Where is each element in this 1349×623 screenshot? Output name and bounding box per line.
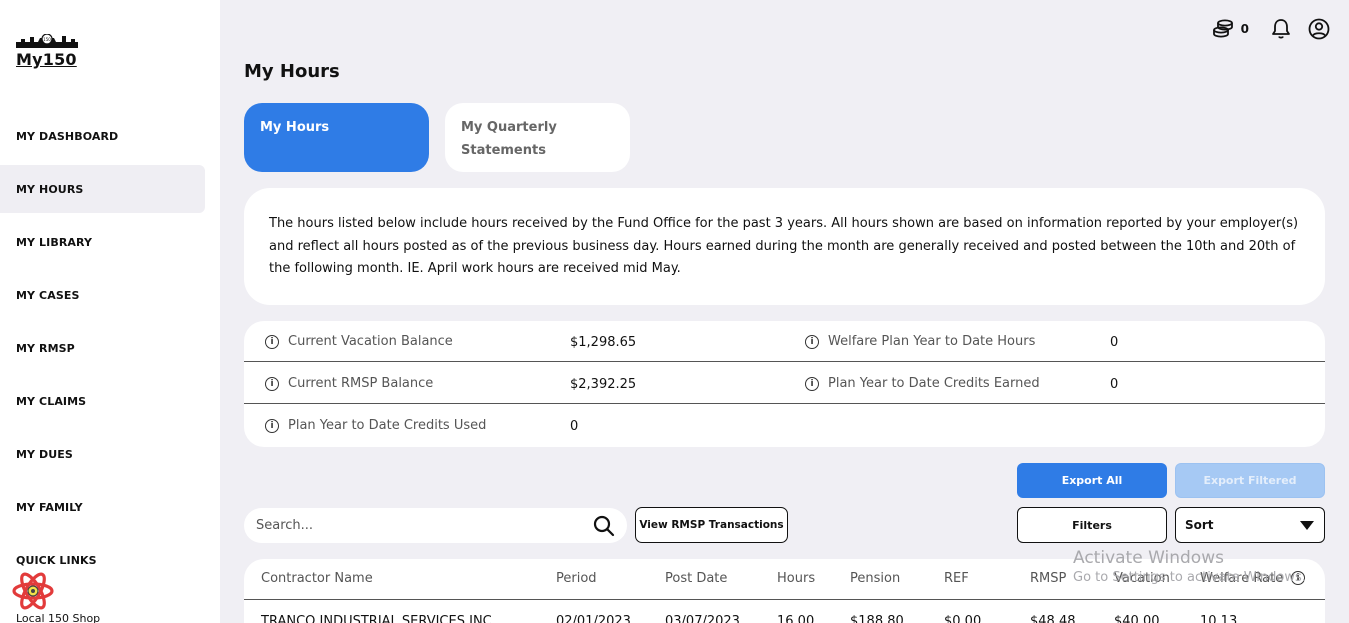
search-icon[interactable] [593, 515, 615, 537]
column-header-period[interactable]: Period [556, 571, 597, 586]
sidebar-nav: MY DASHBOARD MY HOURS MY LIBRARY MY CASE… [0, 112, 220, 589]
page-title: My Hours [244, 61, 340, 82]
bell-icon[interactable] [1269, 17, 1293, 41]
cell-vacation: $40.00 [1114, 614, 1160, 623]
sidebar-item-family[interactable]: MY FAMILY [0, 483, 205, 531]
info-icon[interactable]: i [265, 334, 279, 349]
table-header-divider [244, 599, 1325, 600]
column-header-post-date[interactable]: Post Date [665, 571, 727, 586]
view-rmsp-transactions-button[interactable]: View RMSP Transactions [635, 507, 788, 543]
balance-label: Plan Year to Date Credits Earned [828, 376, 1040, 391]
cell-rmsp: $48.48 [1030, 614, 1076, 623]
current-vacation-balance-label: i Current Vacation Balance [265, 321, 453, 362]
balance-row: i Current Vacation Balance $1,298.65 i W… [244, 321, 1325, 362]
export-all-button[interactable]: Export All [1017, 463, 1167, 498]
info-icon[interactable]: i [805, 376, 819, 391]
info-icon[interactable]: i [805, 334, 819, 349]
column-header-vacation[interactable]: Vacation [1114, 571, 1170, 586]
sidebar-item-library[interactable]: MY LIBRARY [0, 218, 205, 266]
logo-brand: My150 [16, 50, 77, 69]
coins-icon[interactable] [1211, 17, 1235, 41]
sidebar-item-rmsp[interactable]: MY RMSP [0, 324, 205, 372]
hours-table: Contractor Name Period Post Date Hours P… [244, 559, 1325, 623]
column-header-hours[interactable]: Hours [777, 571, 815, 586]
current-vacation-balance-value: $1,298.65 [570, 335, 637, 350]
cell-welfare-rate: 10.13 [1200, 614, 1238, 623]
sidebar-item-claims[interactable]: MY CLAIMS [0, 377, 205, 425]
cell-ref: $0.00 [944, 614, 982, 623]
cell-pension: $188.80 [850, 614, 904, 623]
topbar: 0 [1211, 17, 1331, 41]
column-header-ref[interactable]: REF [944, 571, 969, 586]
info-icon[interactable]: i [1291, 571, 1305, 585]
balances-panel: i Current Vacation Balance $1,298.65 i W… [244, 321, 1325, 447]
column-header-welfare-rate[interactable]: Welfare Rate [1200, 571, 1283, 586]
info-icon[interactable]: i [265, 376, 279, 391]
plan-ytd-credits-used-label: i Plan Year to Date Credits Used [265, 405, 486, 446]
info-icon[interactable]: i [265, 418, 279, 433]
sidebar: 150 My150 MY DASHBOARD MY HOURS MY LIBRA… [0, 0, 220, 623]
coins-count: 0 [1240, 22, 1249, 36]
filters-button[interactable]: Filters [1017, 507, 1167, 543]
my150-logo[interactable]: 150 My150 [16, 28, 78, 74]
plan-ytd-credits-used-value: 0 [570, 419, 579, 434]
cell-post-date: 03/07/2023 [665, 614, 740, 623]
sidebar-item-dues[interactable]: MY DUES [0, 430, 205, 478]
logo-skyline-icon: 150 [16, 34, 78, 48]
column-header-rmsp[interactable]: RMSP [1030, 571, 1066, 586]
search-input[interactable] [256, 518, 593, 533]
caret-down-icon [1300, 520, 1314, 530]
cell-hours: 16.00 [777, 614, 815, 623]
cell-contractor: TRANCO INDUSTRIAL SERVICES INC [261, 614, 492, 623]
search-bar [244, 508, 627, 543]
current-rmsp-balance-value: $2,392.25 [570, 377, 637, 392]
sidebar-item-hours[interactable]: MY HOURS [0, 165, 205, 213]
react-devtools-icon[interactable] [12, 572, 54, 610]
cell-period: 02/01/2023 [556, 614, 631, 623]
column-header-pension[interactable]: Pension [850, 571, 900, 586]
welfare-ytd-hours-value: 0 [1110, 335, 1119, 350]
svg-text:150: 150 [43, 37, 51, 42]
balance-label: Current Vacation Balance [288, 334, 453, 349]
welfare-ytd-hours-label: i Welfare Plan Year to Date Hours [805, 321, 1035, 362]
sidebar-item-cases[interactable]: MY CASES [0, 271, 205, 319]
column-header-contractor[interactable]: Contractor Name [261, 571, 373, 586]
plan-ytd-credits-earned-label: i Plan Year to Date Credits Earned [805, 363, 1040, 404]
sort-select[interactable]: Sort [1175, 507, 1325, 543]
hours-info-text: The hours listed below include hours rec… [244, 188, 1325, 305]
sort-label: Sort [1185, 518, 1214, 532]
balance-label: Current RMSP Balance [288, 376, 434, 391]
tab-quarterly-statements[interactable]: My Quarterly Statements [445, 103, 630, 172]
plan-ytd-credits-earned-value: 0 [1110, 377, 1119, 392]
shop-link[interactable]: Local 150 Shop [16, 612, 100, 623]
tab-my-hours[interactable]: My Hours [244, 103, 429, 172]
balance-label: Welfare Plan Year to Date Hours [828, 334, 1036, 349]
balance-row: i Plan Year to Date Credits Used 0 [244, 405, 1325, 446]
account-icon[interactable] [1307, 17, 1331, 41]
balance-row: i Current RMSP Balance $2,392.25 i Plan … [244, 363, 1325, 404]
export-filtered-button[interactable]: Export Filtered [1175, 463, 1325, 498]
current-rmsp-balance-label: i Current RMSP Balance [265, 363, 433, 404]
balance-label: Plan Year to Date Credits Used [288, 418, 487, 433]
sidebar-item-dashboard[interactable]: MY DASHBOARD [0, 112, 205, 160]
